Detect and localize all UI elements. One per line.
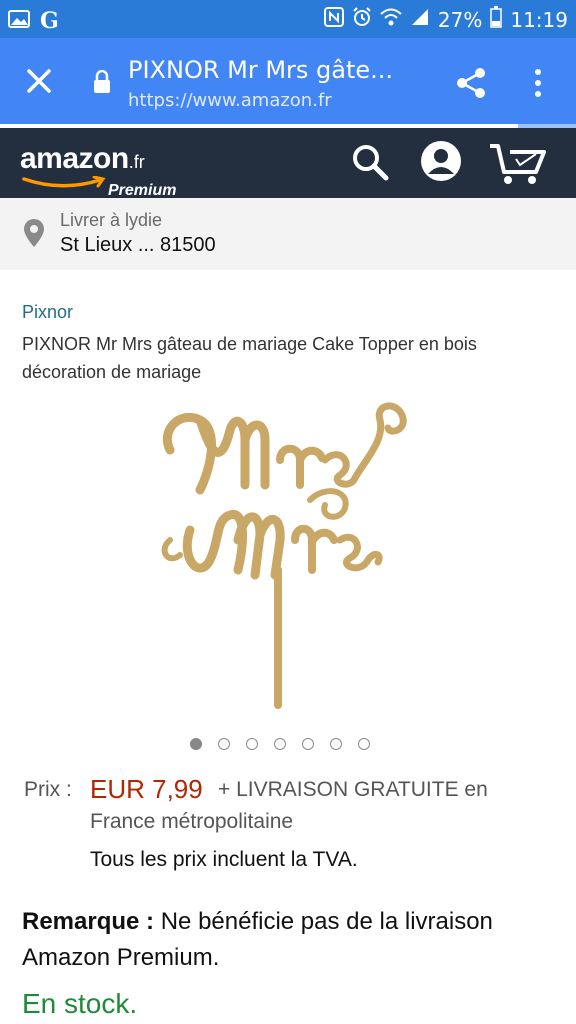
carousel-dot[interactable] xyxy=(358,738,370,750)
image-notification-icon xyxy=(8,9,30,34)
cart-icon xyxy=(490,144,546,184)
smile-arrow-icon xyxy=(22,176,106,188)
tax-note: Tous les prix incluent la TVA. xyxy=(90,848,358,871)
close-icon xyxy=(27,69,51,93)
shipping-line-1: + LIVRAISON GRATUITE en xyxy=(218,778,488,801)
cake-topper-image xyxy=(161,402,407,709)
page-title[interactable]: PIXNOR Mr Mrs gâte... xyxy=(128,56,393,84)
carousel-dot[interactable] xyxy=(302,738,314,750)
search-icon xyxy=(353,145,389,181)
amazon-logo[interactable]: amazon.fr Premium xyxy=(20,142,176,199)
carousel-dot[interactable] xyxy=(218,738,230,750)
battery-icon xyxy=(490,6,503,33)
cart-button[interactable] xyxy=(488,142,548,191)
share-button[interactable] xyxy=(454,66,488,100)
carousel-dot[interactable] xyxy=(274,738,286,750)
overflow-menu-button[interactable] xyxy=(530,68,546,98)
more-vert-icon xyxy=(535,69,541,97)
account-icon xyxy=(421,141,461,181)
price-value: EUR 7,99 xyxy=(90,774,203,804)
logo-word: amazon xyxy=(20,142,129,175)
stock-status: En stock. xyxy=(22,988,138,1019)
carousel-dot[interactable] xyxy=(330,738,342,750)
delivery-address: St Lieux ... 81500 xyxy=(60,234,216,256)
delivery-location[interactable]: Livrer à lydie St Lieux ... 81500 xyxy=(0,198,576,270)
search-button[interactable] xyxy=(350,142,390,187)
lock-icon[interactable] xyxy=(92,69,112,94)
carousel-dot[interactable] xyxy=(246,738,258,750)
signal-icon xyxy=(410,7,430,32)
location-pin-icon xyxy=(24,219,44,247)
alarm-icon xyxy=(352,7,372,32)
image-carousel-indicator[interactable] xyxy=(190,738,370,750)
url-text[interactable]: https://www.amazon.fr xyxy=(128,90,332,111)
close-tab-button[interactable] xyxy=(24,66,54,96)
carousel-dot[interactable] xyxy=(190,738,202,750)
nfc-icon xyxy=(323,7,344,32)
remark: Remarque : Ne bénéficie pas de la livrai… xyxy=(22,904,542,976)
brand-link[interactable]: Pixnor xyxy=(22,302,73,323)
product-image[interactable] xyxy=(150,390,426,710)
battery-percent: 27% xyxy=(437,7,483,32)
shipping-line-2: France métropolitaine xyxy=(90,810,294,833)
price-label: Prix : xyxy=(24,778,72,801)
product-title: PIXNOR Mr Mrs gâteau de mariage Cake Top… xyxy=(22,334,477,382)
account-button[interactable] xyxy=(420,140,462,187)
amazon-header: amazon.fr Premium xyxy=(0,128,576,199)
share-icon xyxy=(457,68,485,98)
clock: 11:19 xyxy=(510,7,568,32)
delivery-label: Livrer à lydie xyxy=(60,210,163,230)
remark-label: Remarque : xyxy=(22,908,155,935)
wifi-icon xyxy=(380,7,402,32)
browser-toolbar: PIXNOR Mr Mrs gâte... https://www.amazon… xyxy=(0,38,576,126)
status-bar: G 27% 11:19 xyxy=(0,0,576,38)
logo-tld: .fr xyxy=(128,152,145,172)
app-notification-icon: G xyxy=(40,8,59,34)
